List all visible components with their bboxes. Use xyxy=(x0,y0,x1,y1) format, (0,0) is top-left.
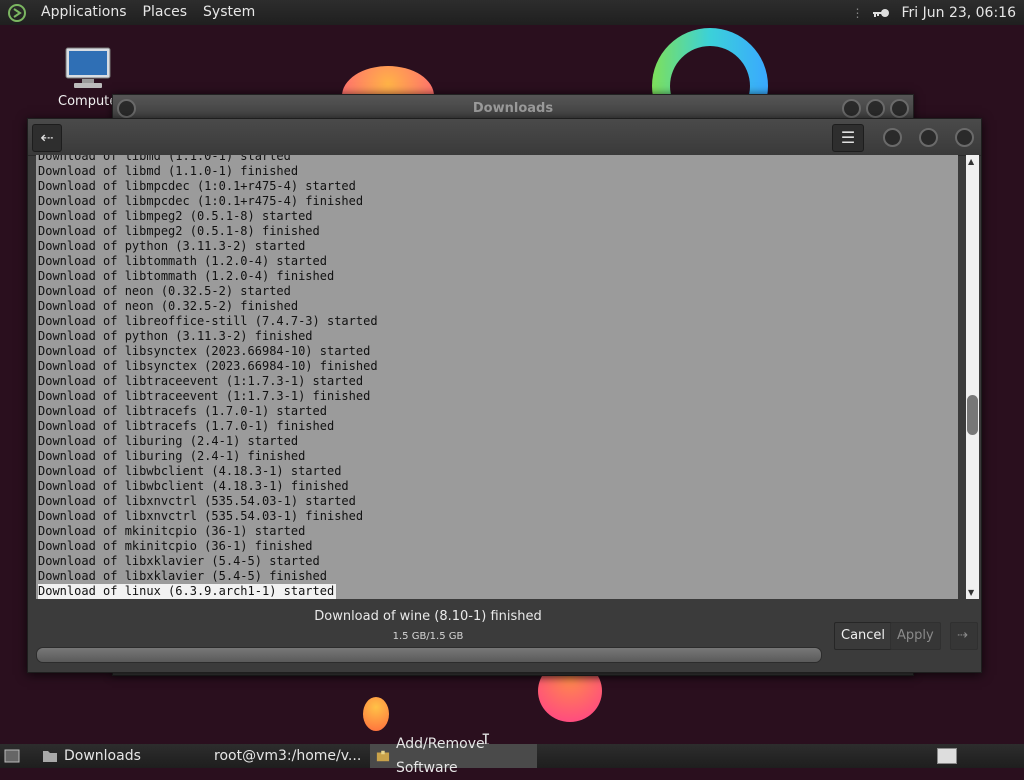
package-icon xyxy=(376,750,390,762)
log-line: Download of libreoffice-still (7.4.7-3) … xyxy=(38,314,378,328)
log-line: Download of libmd (1.1.0-1) finished xyxy=(38,164,299,178)
log-line: Download of libxnvctrl (535.54.03-1) sta… xyxy=(38,494,356,508)
log-line: Download of libxnvctrl (535.54.03-1) fin… xyxy=(38,509,364,523)
bottom-taskbar: Downloads root@vm3:/home/v... Add/Remove… xyxy=(0,736,1024,776)
cancel-button[interactable]: Cancel xyxy=(834,622,893,650)
tray-separator-icon: ⋮ xyxy=(851,5,863,20)
monitor-icon xyxy=(65,47,111,88)
next-arrow-icon: ⇢ xyxy=(957,628,968,643)
computer-icon-label: Computer xyxy=(58,94,123,109)
log-line: Download of python (3.11.3-2) finished xyxy=(38,329,313,343)
taskbar-item-downloads[interactable]: Downloads xyxy=(36,744,206,768)
menu-applications[interactable]: Applications xyxy=(33,0,135,25)
show-desktop-button[interactable] xyxy=(0,744,24,768)
log-line: Download of libmpcdec (1:0.1+r475-4) fin… xyxy=(38,194,364,208)
log-line: Download of mkinitcpio (36-1) finished xyxy=(38,539,313,553)
log-line: Download of neon (0.32.5-2) started xyxy=(38,284,291,298)
log-line: Download of libtracefs (1.7.0-1) started xyxy=(38,404,327,418)
downloads-window-title: Downloads xyxy=(472,101,554,116)
download-size-text: 1.5 GB/1.5 GB xyxy=(392,631,464,642)
next-button[interactable]: ⇢ xyxy=(950,622,978,650)
menu-places[interactable]: Places xyxy=(135,0,196,25)
download-log-list: Download of libmd (1.1.0-1) started Down… xyxy=(38,155,378,599)
show-desktop-icon xyxy=(4,749,20,763)
computer-desktop-icon[interactable]: Computer xyxy=(58,46,123,109)
taskbar-item-label: root@vm3:/home/v... xyxy=(214,748,362,764)
dialog-maximize-button[interactable] xyxy=(919,128,938,147)
maximize-button[interactable] xyxy=(866,99,885,118)
hamburger-icon: ☰ xyxy=(840,128,856,147)
log-line: Download of libmd (1.1.0-1) started xyxy=(38,155,291,163)
log-line: Download of libwbclient (4.18.3-1) finis… xyxy=(38,479,349,493)
log-scrollbar[interactable]: ▲ ▼ xyxy=(966,155,979,599)
taskbar-item-add-remove-software[interactable]: Add/Remove Software xyxy=(370,736,537,776)
log-line: Download of libmpcdec (1:0.1+r475-4) sta… xyxy=(38,179,356,193)
taskbar-item-label: Add/Remove Software xyxy=(395,736,485,776)
taskbar-item-label: Downloads xyxy=(64,748,141,764)
dialog-minimize-button[interactable] xyxy=(883,128,902,147)
log-line: Download of mkinitcpio (36-1) started xyxy=(38,524,306,538)
back-button[interactable]: ⇠ xyxy=(32,124,62,152)
dialog-close-button[interactable] xyxy=(955,128,974,147)
distro-logo-icon[interactable] xyxy=(8,3,26,22)
taskbar-item-terminal[interactable]: root@vm3:/home/v... xyxy=(202,744,366,768)
download-log[interactable]: Download of libmd (1.1.0-1) started Down… xyxy=(36,155,958,599)
minimize-button[interactable] xyxy=(842,99,861,118)
log-line: Download of python (3.11.3-2) started xyxy=(38,239,306,253)
back-arrow-icon: ⇠ xyxy=(40,128,54,147)
log-line-selected: Download of linux (6.3.9.arch1-1) starte… xyxy=(38,584,337,599)
system-tray: ⋮ Fri Jun 23, 06:16 xyxy=(851,5,1024,21)
window-menu-button[interactable] xyxy=(117,99,136,118)
log-line: Download of libtraceevent (1:1.7.3-1) st… xyxy=(38,374,364,388)
download-progress-fill xyxy=(37,648,821,662)
log-line: Download of libtommath (1.2.0-4) started xyxy=(38,254,327,268)
log-line: Download of liburing (2.4-1) finished xyxy=(38,449,306,463)
download-progress-bar xyxy=(36,647,822,663)
clock[interactable]: Fri Jun 23, 06:16 xyxy=(901,5,1016,21)
key-icon[interactable] xyxy=(871,6,891,20)
menu-system[interactable]: System xyxy=(195,0,263,25)
folder-icon xyxy=(43,751,57,762)
log-line: Download of libsynctex (2023.66984-10) f… xyxy=(38,359,378,373)
log-line: Download of libsynctex (2023.66984-10) s… xyxy=(38,344,371,358)
log-line: Download of neon (0.32.5-2) finished xyxy=(38,299,299,313)
log-line: Download of libwbclient (4.18.3-1) start… xyxy=(38,464,342,478)
log-line: Download of libxklavier (5.4-5) started xyxy=(38,554,320,568)
log-line: Download of libmpeg2 (0.5.1-8) started xyxy=(38,209,313,223)
log-line: Download of libxklavier (5.4-5) finished xyxy=(38,569,327,583)
workspace-switcher[interactable] xyxy=(937,748,957,764)
menu-button[interactable]: ☰ xyxy=(832,124,864,152)
download-progress-dialog: ⇠ ☰ Download of libmd (1.1.0-1) started … xyxy=(27,118,982,673)
log-line: Download of liburing (2.4-1) started xyxy=(38,434,299,448)
close-button[interactable] xyxy=(890,99,909,118)
top-panel: Applications Places System ⋮ Fri Jun 23,… xyxy=(0,0,1024,25)
log-line: Download of libtommath (1.2.0-4) finishe… xyxy=(38,269,335,283)
wallpaper-small-orange-shape xyxy=(363,697,389,731)
scroll-up-arrow-icon[interactable]: ▲ xyxy=(968,157,974,166)
log-line: Download of libtraceevent (1:1.7.3-1) fi… xyxy=(38,389,371,403)
log-line: Download of libtracefs (1.7.0-1) finishe… xyxy=(38,419,335,433)
log-line: Download of libmpeg2 (0.5.1-8) finished xyxy=(38,224,320,238)
dialog-header[interactable]: ⇠ ☰ xyxy=(28,119,981,156)
scrollbar-thumb[interactable] xyxy=(967,395,978,435)
apply-button[interactable]: Apply xyxy=(890,622,941,650)
scroll-down-arrow-icon[interactable]: ▼ xyxy=(968,588,974,597)
download-status-text: Download of wine (8.10-1) finished xyxy=(314,609,542,624)
